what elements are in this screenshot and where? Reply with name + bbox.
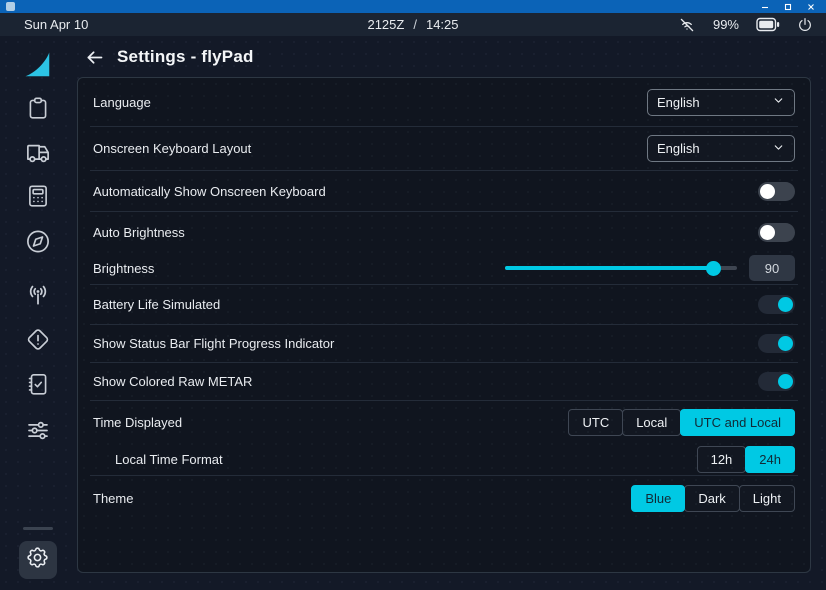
language-label: Language — [93, 95, 151, 110]
sidebar-item-presets[interactable] — [24, 417, 51, 444]
sidebar — [0, 36, 75, 590]
battery-life-toggle[interactable] — [758, 295, 795, 314]
status-indicators: 99% — [678, 13, 813, 36]
battery-icon — [756, 17, 780, 32]
sidebar-divider — [23, 527, 53, 530]
page-header: Settings - flyPad — [75, 36, 254, 78]
sidebar-item-settings[interactable] — [19, 541, 57, 579]
maximize-button[interactable] — [776, 0, 799, 13]
close-icon[interactable] — [799, 0, 822, 13]
app-area: Settings - flyPad Language English Onscr… — [0, 36, 826, 590]
page-title: Settings - flyPad — [117, 47, 254, 67]
local-time-format-label: Local Time Format — [93, 452, 223, 467]
sidebar-item-navigation[interactable] — [24, 228, 51, 255]
auto-brightness-label: Auto Brightness — [93, 225, 185, 240]
status-time-separator: / — [413, 13, 417, 36]
time-displayed-option-utc[interactable]: UTC — [568, 409, 623, 436]
power-icon[interactable] — [797, 17, 813, 33]
keyboard-layout-select[interactable]: English — [647, 135, 795, 162]
minimize-button[interactable] — [753, 0, 776, 13]
brightness-value: 90 — [749, 255, 795, 281]
back-button[interactable] — [84, 47, 105, 68]
status-clock: 2125Z / 14:25 — [367, 13, 458, 36]
keyboard-layout-select-value: English — [657, 141, 700, 156]
setting-row-language: Language English — [90, 78, 798, 127]
brightness-slider[interactable] — [505, 261, 737, 276]
brightness-slider-knob[interactable] — [706, 261, 721, 276]
theme-option-blue[interactable]: Blue — [631, 485, 685, 512]
setting-row-auto-show-keyboard: Automatically Show Onscreen Keyboard — [90, 171, 798, 212]
wifi-off-icon — [678, 16, 696, 34]
setting-group-brightness: Auto Brightness Brightness 90 — [90, 212, 798, 285]
theme-label: Theme — [93, 491, 133, 506]
chevron-down-icon — [772, 141, 785, 157]
flight-progress-label: Show Status Bar Flight Progress Indicato… — [93, 336, 334, 351]
battery-percent: 99% — [713, 17, 739, 32]
battery-life-label: Battery Life Simulated — [93, 297, 220, 312]
sidebar-item-ground-services[interactable] — [24, 140, 51, 167]
setting-group-time: Time Displayed UTC Local UTC and Local L… — [90, 401, 798, 476]
flybywire-logo-icon[interactable] — [23, 50, 53, 80]
chevron-down-icon — [772, 94, 785, 110]
setting-row-keyboard-layout: Onscreen Keyboard Layout English — [90, 127, 798, 171]
status-bar: Sun Apr 10 2125Z / 14:25 99% — [0, 13, 826, 36]
colored-metar-label: Show Colored Raw METAR — [93, 374, 252, 389]
theme-group: Blue Dark Light — [631, 485, 795, 512]
language-select[interactable]: English — [647, 89, 795, 116]
auto-brightness-toggle[interactable] — [758, 223, 795, 242]
brightness-label: Brightness — [93, 261, 154, 276]
time-displayed-group: UTC Local UTC and Local — [568, 409, 795, 436]
auto-show-keyboard-label: Automatically Show Onscreen Keyboard — [93, 184, 326, 199]
setting-row-colored-metar: Show Colored Raw METAR — [90, 363, 798, 401]
local-time-format-group: 12h 24h — [697, 446, 795, 473]
brightness-slider-fill — [505, 266, 714, 270]
setting-row-time-displayed: Time Displayed UTC Local UTC and Local — [90, 401, 798, 443]
time-displayed-option-local[interactable]: Local — [622, 409, 681, 436]
app-icon — [6, 2, 15, 11]
auto-show-keyboard-toggle[interactable] — [758, 182, 795, 201]
theme-option-dark[interactable]: Dark — [684, 485, 739, 512]
setting-row-flight-progress: Show Status Bar Flight Progress Indicato… — [90, 325, 798, 363]
sidebar-item-failures[interactable] — [24, 326, 51, 353]
flight-progress-toggle[interactable] — [758, 334, 795, 353]
time-displayed-label: Time Displayed — [93, 415, 182, 430]
status-zulu-time: 2125Z — [367, 13, 404, 36]
setting-row-auto-brightness: Auto Brightness — [90, 212, 798, 252]
gear-icon — [25, 545, 50, 575]
setting-row-local-time-format: Local Time Format 12h 24h — [90, 443, 798, 475]
setting-row-theme: Theme Blue Dark Light — [90, 476, 798, 520]
window-controls — [753, 0, 822, 13]
theme-option-light[interactable]: Light — [739, 485, 795, 512]
status-local-time: 14:25 — [426, 13, 459, 36]
sidebar-item-dashboard[interactable] — [25, 95, 51, 121]
sidebar-item-checklists[interactable] — [25, 371, 51, 397]
sidebar-item-atc[interactable] — [24, 281, 52, 309]
window-title-bar — [0, 0, 826, 13]
time-displayed-option-utc-and-local[interactable]: UTC and Local — [680, 409, 795, 436]
keyboard-layout-label: Onscreen Keyboard Layout — [93, 141, 251, 156]
status-date: Sun Apr 10 — [24, 13, 88, 36]
language-select-value: English — [657, 95, 700, 110]
local-time-format-option-24h[interactable]: 24h — [745, 446, 795, 473]
colored-metar-toggle[interactable] — [758, 372, 795, 391]
settings-panel: Language English Onscreen Keyboard Layou… — [77, 77, 811, 573]
setting-row-brightness: Brightness 90 — [90, 252, 798, 284]
setting-row-battery-life: Battery Life Simulated — [90, 285, 798, 325]
sidebar-item-performance[interactable] — [25, 183, 51, 209]
flypad-window: Sun Apr 10 2125Z / 14:25 99% — [0, 0, 826, 590]
local-time-format-option-12h[interactable]: 12h — [697, 446, 747, 473]
